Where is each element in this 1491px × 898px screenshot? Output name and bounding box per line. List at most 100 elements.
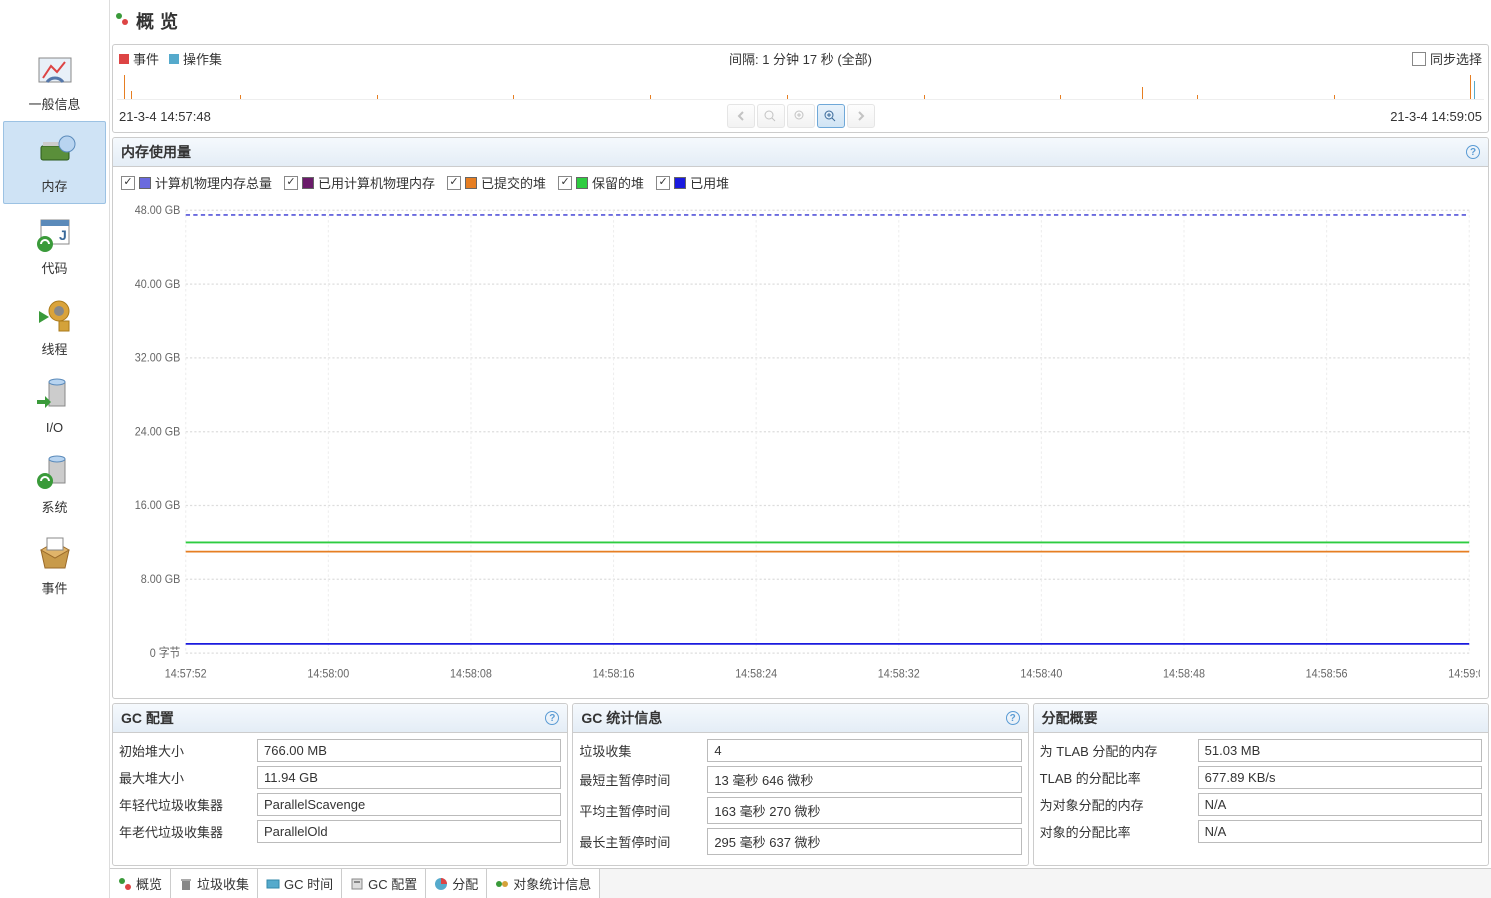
tab-overview[interactable]: 概览 xyxy=(110,869,171,898)
svg-text:14:58:48: 14:58:48 xyxy=(1163,668,1205,681)
info-row: 为 TLAB 分配的内存51.03 MB xyxy=(1040,739,1482,762)
sidebar-item-code[interactable]: J 代码 xyxy=(0,204,109,285)
info-row: 最长主暂停时间 295 毫秒 637 微秒 xyxy=(579,828,1021,855)
memory-legend-item-4[interactable]: 已用堆 xyxy=(656,173,729,192)
io-icon xyxy=(31,376,79,416)
legend-ops-label: 操作集 xyxy=(183,49,222,68)
timeline-start: 21-3-4 14:57:48 xyxy=(119,109,211,124)
overview-icon xyxy=(114,11,130,32)
info-label: 初始堆大小 xyxy=(119,741,249,760)
tab-config[interactable]: GC 配置 xyxy=(342,869,426,898)
sync-select-checkbox[interactable] xyxy=(1412,52,1426,66)
alloc-summary-title: 分配概要 xyxy=(1042,708,1098,728)
help-icon[interactable]: ? xyxy=(1466,145,1480,159)
tab-pie[interactable]: 分配 xyxy=(426,869,487,898)
info-row: TLAB 的分配比率 677.89 KB/s xyxy=(1040,766,1482,789)
info-row: 为对象分配的内存N/A xyxy=(1040,793,1482,816)
info-row: 最大堆大小 11.94 GB xyxy=(119,766,561,789)
timeline-chart[interactable] xyxy=(117,72,1484,100)
memory-icon xyxy=(31,132,79,172)
nav-buttons xyxy=(727,104,875,128)
info-value: 4 xyxy=(707,739,1021,762)
legend-checkbox[interactable] xyxy=(558,176,572,190)
info-row: 最短主暂停时间13 毫秒 646 微秒 xyxy=(579,766,1021,793)
tab-label: 分配 xyxy=(452,874,478,893)
nav-select-button[interactable] xyxy=(817,104,845,128)
memory-legend-item-3[interactable]: 保留的堆 xyxy=(558,173,644,192)
legend-events: 事件 xyxy=(119,49,159,68)
sidebar-item-io[interactable]: I/O xyxy=(0,366,109,443)
svg-text:14:58:24: 14:58:24 xyxy=(735,668,777,681)
overview-icon xyxy=(118,877,132,891)
legend-label: 保留的堆 xyxy=(592,173,644,192)
pie-icon xyxy=(434,877,448,891)
tab-time[interactable]: GC 时间 xyxy=(258,869,342,898)
sidebar-item-events[interactable]: 事件 xyxy=(0,524,109,605)
info-value: 295 毫秒 637 微秒 xyxy=(707,828,1021,855)
nav-back-button[interactable] xyxy=(727,104,755,128)
info-row: 平均主暂停时间 163 毫秒 270 微秒 xyxy=(579,797,1021,824)
svg-text:14:58:40: 14:58:40 xyxy=(1020,668,1062,681)
svg-text:14:57:52: 14:57:52 xyxy=(165,668,207,681)
legend-color-swatch xyxy=(576,177,588,189)
svg-text:14:58:32: 14:58:32 xyxy=(878,668,920,681)
gc-stats-panel: GC 统计信息? 垃圾收集4最短主暂停时间13 毫秒 646 微秒平均主暂停时间… xyxy=(572,703,1028,866)
info-value: ParallelScavenge xyxy=(257,793,561,816)
svg-text:48.00 GB: 48.00 GB xyxy=(135,204,181,217)
info-label: TLAB 的分配比率 xyxy=(1040,768,1190,787)
bottom-tabs: 概览垃圾收集GC 时间GC 配置 分配对象统计信息 xyxy=(110,868,1491,898)
legend-checkbox[interactable] xyxy=(284,176,298,190)
legend-checkbox[interactable] xyxy=(447,176,461,190)
sidebar-item-threads[interactable]: 线程 xyxy=(0,285,109,366)
alloc-summary-panel: 分配概要 为 TLAB 分配的内存51.03 MB TLAB 的分配比率 677.8… xyxy=(1033,703,1489,866)
help-icon[interactable]: ? xyxy=(545,711,559,725)
config-icon xyxy=(350,877,364,891)
sidebar-item-system[interactable]: 系统 xyxy=(0,443,109,524)
nav-zoom-out-button[interactable] xyxy=(757,104,785,128)
memory-chart-area[interactable]: 0 字节8.00 GB16.00 GB24.00 GB32.00 GB40.00… xyxy=(121,198,1480,690)
legend-color-swatch xyxy=(302,177,314,189)
info-value: 163 毫秒 270 微秒 xyxy=(707,797,1021,824)
memory-legend-item-1[interactable]: 已用计算机物理内存 xyxy=(284,173,435,192)
sidebar-label-code: 代码 xyxy=(41,258,67,277)
tab-trash[interactable]: 垃圾收集 xyxy=(171,869,258,898)
memory-legend-item-0[interactable]: 计算机物理内存总量 xyxy=(121,173,272,192)
sidebar-item-memory[interactable]: 内存 xyxy=(3,121,106,204)
legend-checkbox[interactable] xyxy=(656,176,670,190)
memory-chart-panel: 内存使用量 ? 计算机物理内存总量已用计算机物理内存已提交的堆保留的堆已用堆 0… xyxy=(112,137,1489,699)
sidebar-label-io: I/O xyxy=(46,420,63,435)
svg-text:0 字节: 0 字节 xyxy=(150,645,181,660)
info-label: 最短主暂停时间 xyxy=(579,770,699,789)
stats-icon xyxy=(495,877,509,891)
svg-text:40.00 GB: 40.00 GB xyxy=(135,278,181,291)
info-value: 11.94 GB xyxy=(257,766,561,789)
ops-swatch xyxy=(169,54,179,64)
legend-checkbox[interactable] xyxy=(121,176,135,190)
info-value: 677.89 KB/s xyxy=(1198,766,1482,789)
help-icon[interactable]: ? xyxy=(1006,711,1020,725)
info-value: N/A xyxy=(1198,793,1482,816)
system-icon xyxy=(31,453,79,493)
svg-text:14:58:00: 14:58:00 xyxy=(307,668,349,681)
memory-legend-item-2[interactable]: 已提交的堆 xyxy=(447,173,546,192)
sidebar: 一般信息 内存 J 代码 线程 I/O 系统 事件 xyxy=(0,0,110,898)
events-icon xyxy=(31,534,79,574)
sync-select-control[interactable]: 同步选择 xyxy=(1412,49,1482,68)
gc-config-panel: GC 配置? 初始堆大小766.00 MB最大堆大小11.94 GB年轻代垃圾收… xyxy=(112,703,568,866)
nav-zoom-button[interactable] xyxy=(787,104,815,128)
svg-text:8.00 GB: 8.00 GB xyxy=(141,573,181,586)
info-label: 最大堆大小 xyxy=(119,768,249,787)
info-label: 平均主暂停时间 xyxy=(579,801,699,820)
info-value: ParallelOld xyxy=(257,820,561,843)
bottom-info-grid: GC 配置? 初始堆大小766.00 MB最大堆大小11.94 GB年轻代垃圾收… xyxy=(110,701,1491,868)
info-value: N/A xyxy=(1198,820,1482,843)
info-row: 年老代垃圾收集器ParallelOld xyxy=(119,820,561,843)
tab-label: 概览 xyxy=(136,874,162,893)
info-label: 年轻代垃圾收集器 xyxy=(119,795,249,814)
tab-stats[interactable]: 对象统计信息 xyxy=(487,869,600,898)
memory-legend-row: 计算机物理内存总量已用计算机物理内存已提交的堆 保留的堆已用堆 xyxy=(113,167,1488,198)
info-label: 最长主暂停时间 xyxy=(579,832,699,851)
nav-forward-button[interactable] xyxy=(847,104,875,128)
sidebar-item-general[interactable]: 一般信息 xyxy=(0,40,109,121)
info-label: 对象的分配比率 xyxy=(1040,822,1190,841)
